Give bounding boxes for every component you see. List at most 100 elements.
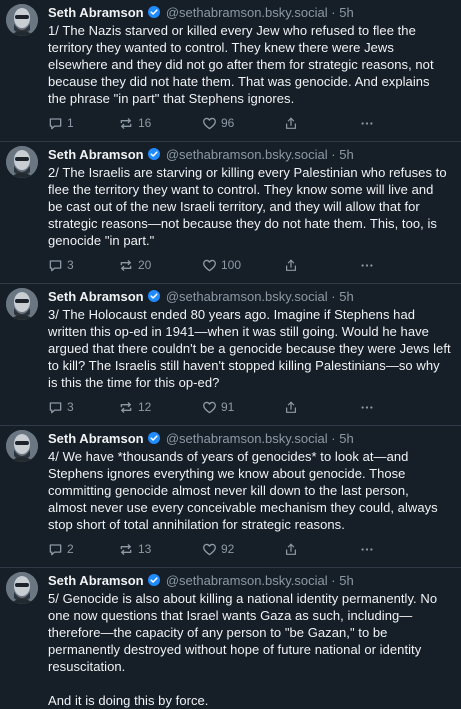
like-button[interactable]: 96 [202, 116, 284, 131]
like-count: 91 [221, 400, 235, 414]
verified-badge-icon [148, 573, 161, 586]
share-button[interactable] [284, 542, 360, 557]
reply-count: 1 [67, 116, 74, 130]
reply-icon [48, 116, 63, 131]
avatar[interactable] [6, 430, 38, 462]
post[interactable]: Seth Abramson @sethabramson.bsky.social … [0, 284, 461, 426]
more-options-button[interactable] [360, 542, 390, 557]
separator-dot: · [331, 573, 336, 588]
post-header: Seth Abramson @sethabramson.bsky.social … [48, 288, 451, 305]
reply-icon [48, 258, 63, 273]
repost-button[interactable]: 20 [118, 258, 202, 273]
repost-count: 16 [138, 116, 152, 130]
repost-button[interactable]: 13 [118, 542, 202, 557]
repost-icon [118, 116, 134, 131]
post-text: 4/ We have *thousands of years of genoci… [48, 449, 442, 532]
post-timestamp[interactable]: 5h [339, 289, 353, 304]
post-text: 3/ The Holocaust ended 80 years ago. Ima… [48, 307, 455, 390]
author-handle[interactable]: @sethabramson.bsky.social [166, 573, 328, 588]
verified-badge-icon [148, 289, 161, 302]
author-handle[interactable]: @sethabramson.bsky.social [166, 147, 328, 162]
post-header: Seth Abramson @sethabramson.bsky.social … [48, 146, 451, 163]
post-header: Seth Abramson @sethabramson.bsky.social … [48, 4, 451, 21]
author-name[interactable]: Seth Abramson [48, 573, 144, 588]
like-button[interactable]: 100 [202, 258, 284, 273]
post-actions: 3 12 91 [48, 393, 451, 425]
post[interactable]: Seth Abramson @sethabramson.bsky.social … [0, 142, 461, 284]
repost-icon [118, 258, 134, 273]
author-name[interactable]: Seth Abramson [48, 431, 144, 446]
avatar[interactable] [6, 572, 38, 604]
avatar[interactable] [6, 288, 38, 320]
more-options-button[interactable] [360, 258, 390, 273]
repost-count: 20 [138, 258, 152, 272]
more-icon [360, 116, 374, 131]
post-timestamp[interactable]: 5h [339, 573, 353, 588]
repost-count: 12 [138, 400, 152, 414]
heart-icon [202, 400, 217, 415]
heart-icon [202, 116, 217, 131]
repost-button[interactable]: 12 [118, 400, 202, 415]
post-timestamp[interactable]: 5h [339, 147, 353, 162]
verified-badge-icon [148, 147, 161, 160]
heart-icon [202, 258, 217, 273]
separator-dot: · [331, 431, 336, 446]
reply-icon [48, 400, 63, 415]
post-actions: 1 16 96 [48, 109, 451, 141]
author-name[interactable]: Seth Abramson [48, 147, 144, 162]
avatar[interactable] [6, 4, 38, 36]
share-icon [284, 400, 298, 415]
repost-count: 13 [138, 542, 152, 556]
like-count: 100 [221, 258, 242, 272]
more-options-button[interactable] [360, 400, 390, 415]
like-count: 92 [221, 542, 235, 556]
post[interactable]: Seth Abramson @sethabramson.bsky.social … [0, 0, 461, 142]
share-icon [284, 258, 298, 273]
heart-icon [202, 542, 217, 557]
reply-count: 2 [67, 542, 74, 556]
share-icon [284, 542, 298, 557]
more-options-button[interactable] [360, 116, 390, 131]
post-timestamp[interactable]: 5h [339, 431, 353, 446]
post-header: Seth Abramson @sethabramson.bsky.social … [48, 430, 451, 447]
author-handle[interactable]: @sethabramson.bsky.social [166, 431, 328, 446]
reply-button[interactable]: 2 [48, 542, 118, 557]
post-thread: Seth Abramson @sethabramson.bsky.social … [0, 0, 461, 709]
post[interactable]: Seth Abramson @sethabramson.bsky.social … [0, 426, 461, 568]
author-name[interactable]: Seth Abramson [48, 5, 144, 20]
reply-icon [48, 542, 63, 557]
like-button[interactable]: 91 [202, 400, 284, 415]
post-actions: 3 20 100 [48, 251, 451, 283]
share-button[interactable] [284, 258, 360, 273]
reply-button[interactable]: 1 [48, 116, 118, 131]
post-text: 1/ The Nazis starved or killed every Jew… [48, 23, 438, 106]
like-button[interactable]: 92 [202, 542, 284, 557]
more-icon [360, 542, 374, 557]
repost-button[interactable]: 16 [118, 116, 202, 131]
post-timestamp[interactable]: 5h [339, 5, 353, 20]
separator-dot: · [331, 147, 336, 162]
separator-dot: · [331, 5, 336, 20]
reply-count: 3 [67, 400, 74, 414]
share-button[interactable] [284, 116, 360, 131]
like-count: 96 [221, 116, 235, 130]
share-button[interactable] [284, 400, 360, 415]
post-text: 2/ The Israelis are starving or killing … [48, 165, 451, 248]
author-handle[interactable]: @sethabramson.bsky.social [166, 5, 328, 20]
more-icon [360, 400, 374, 415]
author-handle[interactable]: @sethabramson.bsky.social [166, 289, 328, 304]
reply-button[interactable]: 3 [48, 400, 118, 415]
post-actions: 2 13 92 [48, 535, 451, 567]
post-header: Seth Abramson @sethabramson.bsky.social … [48, 572, 451, 589]
repost-icon [118, 400, 134, 415]
more-icon [360, 258, 374, 273]
repost-icon [118, 542, 134, 557]
post[interactable]: Seth Abramson @sethabramson.bsky.social … [0, 568, 461, 709]
separator-dot: · [331, 289, 336, 304]
reply-count: 3 [67, 258, 74, 272]
author-name[interactable]: Seth Abramson [48, 289, 144, 304]
reply-button[interactable]: 3 [48, 258, 118, 273]
avatar[interactable] [6, 146, 38, 178]
verified-badge-icon [148, 5, 161, 18]
share-icon [284, 116, 298, 131]
